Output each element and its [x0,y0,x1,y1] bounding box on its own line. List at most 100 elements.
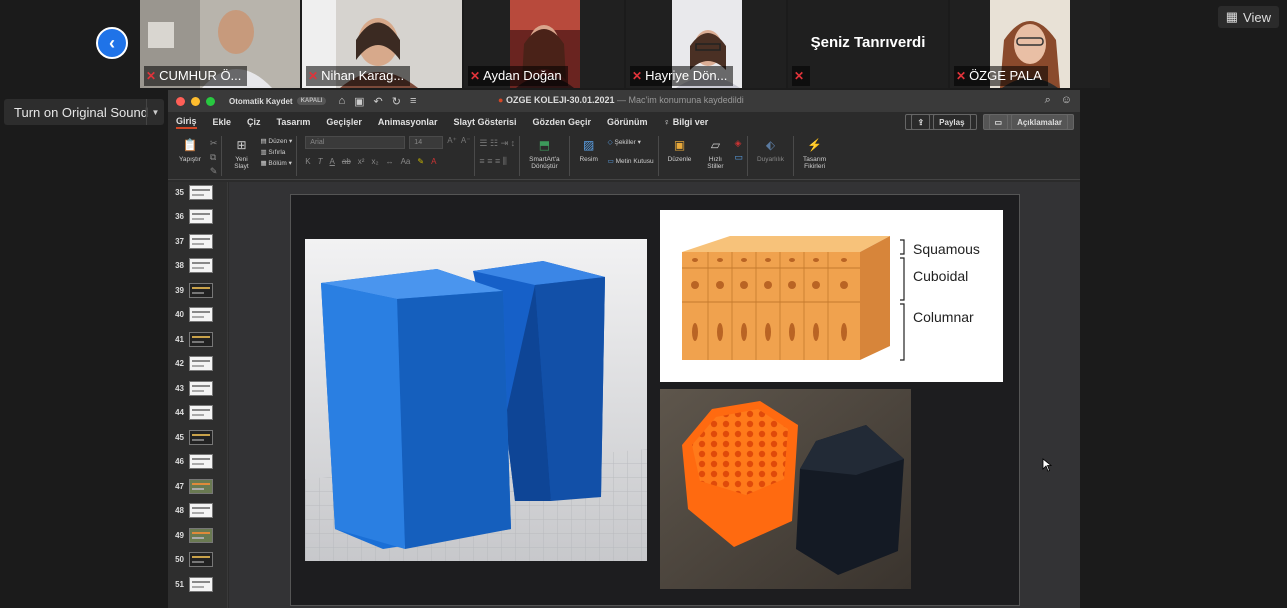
participant-name-tag: ✕ Aydan Doğan [468,66,568,86]
font-size-dropdown[interactable]: 14 [409,136,444,149]
home-icon[interactable]: ⌂ [338,95,345,108]
italic-icon[interactable]: T [318,157,323,166]
slide-thumbnail[interactable]: 43 [168,378,228,398]
slide-editor-canvas[interactable]: Squamous Cuboidal Columnar [229,182,1080,608]
superscript-icon[interactable]: x² [358,157,365,166]
columns-icon[interactable]: ⫼ [503,156,507,166]
save-icon[interactable]: ▣ [354,95,364,108]
slide-thumbnail[interactable]: 39 [168,280,228,300]
slide-thumbnail[interactable]: 41 [168,329,228,349]
collapse-gallery-button[interactable]: ‹ [96,27,128,59]
close-window-button[interactable] [176,96,185,106]
label-cuboidal: Cuboidal [913,268,969,284]
design-ideas-button[interactable]: ⚡ Tasarım Fikirleri [798,136,831,170]
participant-tile[interactable]: ✕ Hayriye Dön... [626,0,786,88]
quick-styles-button[interactable]: ▱ Hızlı Stiller [700,136,730,170]
epithelium-diagram[interactable]: Squamous Cuboidal Columnar [660,210,1003,382]
paste-button[interactable]: 📋 Yapıştır [174,136,206,163]
view-options-button[interactable]: ▦ View [1217,6,1279,28]
format-painter-icon[interactable]: ✎ [210,166,218,177]
line-spacing-icon[interactable]: ↕ [511,138,516,148]
slide-thumbnail[interactable]: 37 [168,231,228,251]
comments-button[interactable]: ▭ Açıklamalar [982,114,1074,130]
slide-thumbnail[interactable]: 38 [168,256,228,276]
font-color-icon[interactable]: A [431,157,436,166]
arrange-button[interactable]: ▣ Düzenle [663,136,697,163]
increase-font-icon[interactable]: A⁺ [447,136,457,149]
original-sound-button[interactable]: Turn on Original Sound ▼ [4,99,164,125]
tab-tasarim[interactable]: Tasarım [277,117,311,127]
current-slide[interactable]: Squamous Cuboidal Columnar [290,194,1020,606]
slide-thumbnail[interactable]: 50 [168,550,228,570]
subscript-icon[interactable]: x₂ [371,157,378,166]
slide-thumbnail[interactable]: 42 [168,354,228,374]
participant-tile[interactable]: ✕ ÖZGE PALA [950,0,1110,88]
align-left-icon[interactable]: ≡ [479,156,484,166]
bullets-icon[interactable]: ☰ [479,138,487,148]
tab-ekle[interactable]: Ekle [213,117,232,127]
tab-giris[interactable]: Giriş [176,116,197,129]
slide-thumbnail-pane[interactable]: 35 36 37 38 39 40 41 42 43 44 45 46 47 4… [168,182,228,608]
char-spacing-icon[interactable]: ↔ [386,157,394,166]
tab-bilgi-ver[interactable]: ♀ Bilgi ver [664,117,709,127]
underline-icon[interactable]: A [330,157,335,166]
blue-prisms-picture[interactable] [305,239,647,561]
picture-button[interactable]: ▨ Resim [574,136,604,163]
copy-icon[interactable]: ⧉ [210,152,218,163]
autosave-toggle[interactable]: KAPALI [296,97,327,105]
undo-icon[interactable]: ↶ [374,95,383,108]
smartart-button[interactable]: ⬒ SmartArt'a Dönüştür [524,136,565,170]
dropdown-arrow-icon[interactable]: ▼ [146,99,164,125]
highlight-icon[interactable]: ✎ [417,157,424,166]
zoom-window-button[interactable] [206,96,215,106]
slide-thumbnail[interactable]: 47 [168,476,228,496]
participant-tile[interactable]: ✕ Aydan Doğan [464,0,624,88]
comment-icon: ▭ [988,114,1009,130]
shape-outline-icon[interactable]: ▭ [734,152,743,163]
section-button[interactable]: ▦ Bölüm ▾ [260,159,292,167]
smiley-feedback-icon[interactable]: ☺ [1061,94,1072,107]
font-name-dropdown[interactable]: Arial [305,136,406,149]
participant-tile[interactable]: ✕ CUMHUR Ö... [140,0,300,88]
participant-tile[interactable]: ✕ Nihan Karag... [302,0,462,88]
shape-fill-icon[interactable]: ◈ [734,138,743,149]
redo-icon[interactable]: ↻ [392,95,401,108]
reset-button[interactable]: ▥ Sıfırla [260,148,292,156]
bold-icon[interactable]: K [305,157,310,166]
new-slide-button[interactable]: ⊞ Yeni Slayt [226,136,256,170]
layout-button[interactable]: ▤ Düzen ▾ [260,137,292,145]
cut-icon[interactable]: ✂ [210,138,218,149]
sensitivity-button[interactable]: ⬖ Duyarlılık [752,136,789,163]
share-button[interactable]: ⇪ Paylaş [905,114,977,130]
3d-printed-shapes-picture[interactable] [660,389,911,589]
numbering-icon[interactable]: ☷ [490,138,498,148]
minimize-window-button[interactable] [191,96,200,106]
textbox-button[interactable]: ▭ Metin Kutusu [608,157,654,165]
tab-gozden-gecir[interactable]: Gözden Geçir [532,117,591,127]
tab-slayt-gosterisi[interactable]: Slayt Gösterisi [453,117,516,127]
tab-ciz[interactable]: Çiz [247,117,261,127]
participant-tile[interactable]: Şeniz Tanrıverdi ✕ [788,0,948,88]
slide-thumbnail[interactable]: 51 [168,574,228,594]
align-center-icon[interactable]: ≡ [487,156,492,166]
autosave-control[interactable]: Otomatik Kaydet KAPALI [229,97,327,106]
strikethrough-icon[interactable]: ab [342,157,351,166]
slide-thumbnail[interactable]: 40 [168,305,228,325]
indent-icon[interactable]: ⇥ [501,138,509,148]
tab-gorunum[interactable]: Görünüm [607,117,648,127]
slide-thumbnail[interactable]: 36 [168,207,228,227]
slide-thumbnail[interactable]: 46 [168,452,228,472]
slide-thumbnail[interactable]: 35 [168,182,228,202]
slide-thumbnail[interactable]: 44 [168,403,228,423]
slide-thumbnail[interactable]: 48 [168,501,228,521]
customize-toolbar-icon[interactable]: ≡ [410,95,416,108]
change-case-icon[interactable]: Aa [401,157,411,166]
align-right-icon[interactable]: ≡ [495,156,500,166]
tab-gecisler[interactable]: Geçişler [326,117,362,127]
decrease-font-icon[interactable]: A⁻ [461,136,471,149]
slide-thumbnail[interactable]: 45 [168,427,228,447]
slide-thumbnail[interactable]: 49 [168,525,228,545]
search-icon[interactable]: ⌕ [1045,94,1051,107]
tab-animasyonlar[interactable]: Animasyonlar [378,117,438,127]
shapes-button[interactable]: ◇ Şekiller ▾ [608,138,654,146]
